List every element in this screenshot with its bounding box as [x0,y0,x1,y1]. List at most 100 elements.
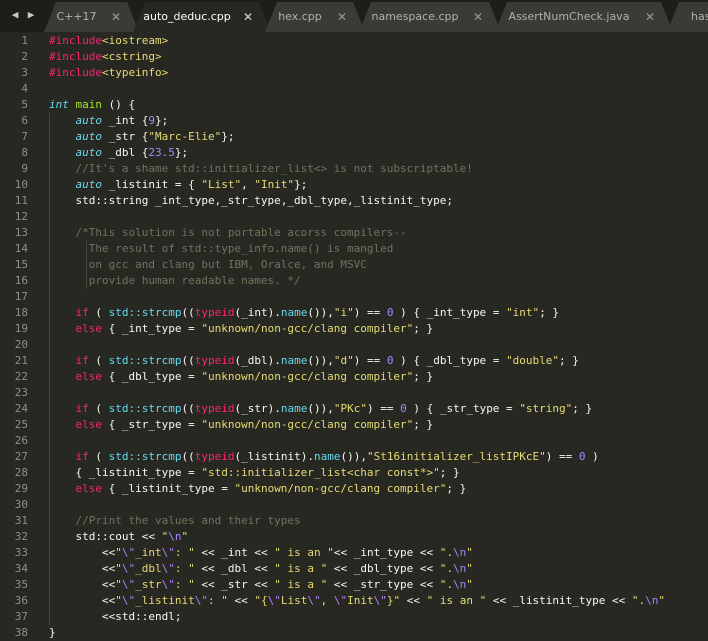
code-text: else { _dbl_type = "unknown/non-gcc/clan… [49,369,434,385]
code-line[interactable]: 18 if ( std::strcmp((typeid(_int).name()… [0,305,708,321]
close-icon[interactable]: ✕ [337,10,347,24]
code-line[interactable]: 28 { _listinit_type = "std::initializer_… [0,465,708,481]
line-number: 36 [14,594,28,607]
code-token: typeid [194,402,235,415]
code-token: _int { [102,114,149,127]
code-line[interactable]: 12 [0,209,708,225]
code-token: << [227,594,255,607]
code-line[interactable]: 37 <<std::endl; [0,609,708,625]
line-number: 2 [21,50,28,63]
code-line[interactable]: 4 [0,81,708,97]
code-line[interactable]: 7 auto _str {"Marc-Elie"}; [0,129,708,145]
code-token: << _int << [194,546,275,559]
close-icon[interactable]: ✕ [645,10,655,24]
tab-auto-deduc[interactable]: auto_deduc.cpp ✕ [133,2,271,32]
close-icon[interactable]: ✕ [243,10,253,24]
code-line[interactable]: 17 [0,289,708,305]
code-token: std::string _int_type,_str_type,_dbl_typ… [49,194,453,207]
code-token: typeid [194,306,235,319]
code-line[interactable]: 30 [0,497,708,513]
line-number: 25 [14,418,28,431]
code-line[interactable]: 38} [0,625,708,641]
tab-hex[interactable]: hex.cpp ✕ [265,2,365,32]
code-line[interactable]: 6 auto _int {9}; [0,113,708,129]
code-line[interactable]: 24 if ( std::strcmp((typeid(_str).name()… [0,401,708,417]
code-token: List [280,594,308,607]
code-token: else [75,418,103,431]
code-token: , [320,594,334,607]
code-line[interactable]: 5 int main () { [0,97,708,113]
code-token: ( [88,450,109,463]
tab-label: has [691,10,708,23]
code-token: " is a " [274,578,328,591]
indent-guide [49,209,50,225]
code-line[interactable]: 15 on gcc and clang but IBM, Oralce, and… [0,257,708,273]
code-text: int main () { [49,97,135,113]
code-token: provide human readable names. */ [75,274,301,287]
code-editor[interactable]: 1 #include<iostream> 2 #include<cstring> 3 #i… [0,32,708,641]
code-line[interactable]: 11 std::string _int_type,_str_type,_dbl_… [0,193,708,209]
code-token: { _int_type = [102,322,202,335]
code-line[interactable]: 3 #include<typeinfo> [0,65,708,81]
code-token: \n [453,546,467,559]
tab-namespace[interactable]: namespace.cpp ✕ [359,2,501,32]
code-line[interactable]: 10 auto _listinit = { "List", "Init"}; [0,177,708,193]
code-token: << _int_type << [333,546,440,559]
code-line[interactable]: 13 /*This solution is not portable acors… [0,225,708,241]
code-token: std::cout << [49,530,162,543]
code-text: } [49,625,56,641]
code-line[interactable]: 25 else { _str_type = "unknown/non-gcc/c… [0,417,708,433]
code-token: \" [373,594,387,607]
code-line[interactable]: 2 #include<cstring> [0,49,708,65]
close-icon[interactable]: ✕ [473,10,483,24]
line-number: 1 [21,34,28,47]
code-token: "double" [506,354,560,367]
code-line[interactable]: 36 <<"\"_listinit\": " << "{\"List\", \"… [0,593,708,609]
line-number: 32 [14,530,28,543]
code-token: (( [181,354,195,367]
forward-arrow-icon[interactable]: ▶ [24,8,38,22]
code-token: "unknown/non-gcc/clang compiler" [201,418,414,431]
code-line[interactable]: 16 provide human readable names. */ [0,273,708,289]
code-line[interactable]: 34 <<"\"_dbl\": " << _dbl << " is a " <<… [0,561,708,577]
code-token: << _str_type << [327,578,440,591]
tab-has[interactable]: has [667,2,708,32]
tab-cpp17[interactable]: C++17 ✕ [44,2,139,32]
code-line[interactable]: 27 if ( std::strcmp((typeid(_listinit).n… [0,449,708,465]
code-token: <<std::endl; [49,610,182,623]
code-token: _str { [102,130,149,143]
code-line[interactable]: 20 [0,337,708,353]
code-token: "string" [519,402,573,415]
code-token: \" [194,594,208,607]
code-token: "unknown/non-gcc/clang compiler" [234,482,447,495]
code-line[interactable]: 35 <<"\"_str\": " << _str << " is a " <<… [0,577,708,593]
code-line[interactable]: 9 //It's a shame std::initializer_list<>… [0,161,708,177]
code-line[interactable]: 26 [0,433,708,449]
code-line[interactable]: 22 else { _dbl_type = "unknown/non-gcc/c… [0,369,708,385]
code-line[interactable]: 29 else { _listinit_type = "unknown/non-… [0,481,708,497]
code-token: if [75,306,89,319]
code-line[interactable]: 23 [0,385,708,401]
code-line[interactable]: 21 if ( std::strcmp((typeid(_dbl).name()… [0,353,708,369]
code-line[interactable]: 14 The result of std::type_info.name() i… [0,241,708,257]
close-icon[interactable]: ✕ [111,10,121,24]
code-line[interactable]: 19 else { _int_type = "unknown/non-gcc/c… [0,321,708,337]
tab-assert-num-check[interactable]: AssertNumCheck.java ✕ [495,2,673,32]
code-line[interactable]: 8 auto _dbl {23.5}; [0,145,708,161]
code-text: //Print the values and their types [49,513,301,529]
code-line[interactable]: 1 #include<iostream> [0,33,708,49]
back-arrow-icon[interactable]: ◀ [8,8,22,22]
code-token: << [400,594,427,607]
code-line[interactable]: 33 <<"\"_int\": " << _int << " is an "<<… [0,545,708,561]
code-token: ()), [340,450,367,463]
line-number: 6 [21,114,28,127]
code-token: \" [307,594,321,607]
code-line[interactable]: 31 //Print the values and their types [0,513,708,529]
code-line[interactable]: 32 std::cout << "\n" [0,529,708,545]
